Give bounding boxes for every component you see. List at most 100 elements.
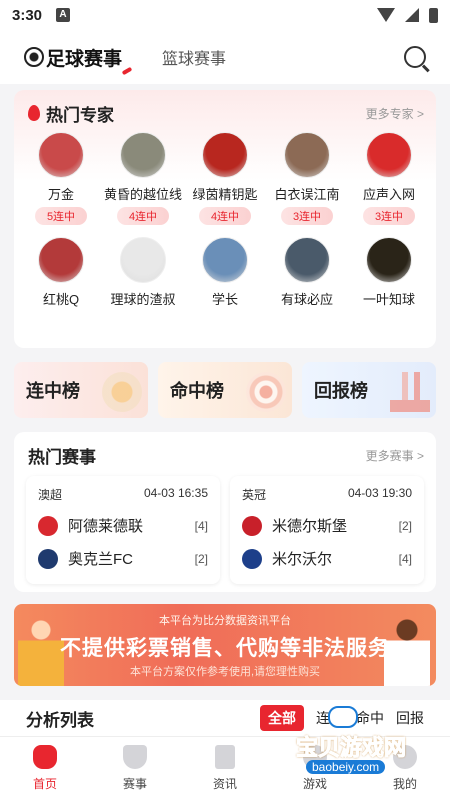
hot-experts-card: 热门专家 更多专家 > 万金 5连中 黄昏的越位线 4连中 绿茵精钥匙 4连中 … bbox=[14, 90, 436, 348]
disclaimer-banner[interactable]: 本平台为比分数据资讯平台 不提供彩票销售、代购等非法服务 本平台方案仅作参考使用… bbox=[14, 604, 436, 686]
expert-item[interactable]: 黄昏的越位线 4连中 bbox=[102, 132, 184, 225]
tab-football[interactable]: 足球赛事 bbox=[24, 44, 133, 75]
tab-matches-label: 赛事 bbox=[122, 777, 147, 791]
signal-icon bbox=[405, 8, 419, 22]
streak-rank-label: 连中榜 bbox=[26, 381, 80, 401]
expert-item[interactable]: 理球的渣叔 bbox=[102, 237, 184, 308]
expert-item[interactable]: 万金 5连中 bbox=[20, 132, 102, 225]
site-watermark: 宝贝游戏网 baobeiy.com bbox=[276, 706, 426, 782]
match-list: 澳超 04-03 16:35 阿德莱德联 [4] 奥克兰FC [2] 英冠 04… bbox=[14, 468, 436, 584]
streak-badge: 3连中 bbox=[362, 207, 416, 225]
team-name: 米尔沃尔 bbox=[272, 551, 333, 568]
avatar bbox=[284, 237, 330, 283]
team-rank: [4] bbox=[194, 518, 208, 533]
away-team: 奥克兰FC [2] bbox=[38, 548, 208, 569]
expert-item[interactable]: 红桃Q bbox=[20, 237, 102, 308]
team-name: 阿德莱德联 bbox=[68, 518, 144, 535]
top-nav: 足球赛事 篮球赛事 bbox=[0, 30, 450, 84]
expert-name: 绿茵精钥匙 bbox=[192, 187, 258, 202]
hot-experts-title: 热门专家 bbox=[46, 105, 114, 125]
watermark-url: baobeiy.com bbox=[306, 760, 386, 774]
avatar bbox=[120, 132, 166, 178]
expert-name: 学长 bbox=[211, 292, 238, 307]
avatar bbox=[38, 132, 84, 178]
league-name: 澳超 bbox=[38, 488, 63, 502]
streak-rank-button[interactable]: 连中榜 bbox=[14, 362, 148, 418]
return-rank-label: 回报榜 bbox=[314, 381, 368, 401]
expert-name: 万金 bbox=[47, 187, 74, 202]
match-card[interactable]: 澳超 04-03 16:35 阿德莱德联 [4] 奥克兰FC [2] bbox=[26, 476, 220, 584]
team-crest-icon bbox=[242, 548, 262, 569]
status-bar: 3:30 A bbox=[0, 0, 450, 30]
streak-badge: 4连中 bbox=[116, 207, 170, 225]
team-crest-icon bbox=[38, 515, 58, 536]
tab-matches[interactable]: 赛事 bbox=[90, 737, 180, 800]
streak-badge: 3连中 bbox=[280, 207, 334, 225]
banner-sub-text: 本平台方案仅作参考使用,请您理性购买 bbox=[129, 666, 321, 678]
document-icon bbox=[215, 745, 235, 769]
tab-news[interactable]: 资讯 bbox=[180, 737, 270, 800]
tab-home[interactable]: 首页 bbox=[0, 737, 90, 800]
hit-rank-label: 命中榜 bbox=[170, 381, 224, 401]
expert-item[interactable]: 一叶知球 bbox=[348, 237, 430, 308]
status-icons bbox=[377, 7, 438, 23]
expert-item[interactable]: 应声入网 3连中 bbox=[348, 132, 430, 225]
match-meta: 英冠 04-03 19:30 bbox=[242, 486, 412, 503]
avatar bbox=[202, 132, 248, 178]
avatar bbox=[202, 237, 248, 283]
match-date: 04-03 16:35 bbox=[143, 486, 208, 500]
more-experts-link[interactable]: 更多专家 > bbox=[366, 105, 424, 122]
flame-icon bbox=[28, 105, 40, 121]
match-card[interactable]: 英冠 04-03 19:30 米德尔斯堡 [2] 米尔沃尔 [4] bbox=[230, 476, 424, 584]
tab-football-label: 足球赛事 bbox=[46, 48, 123, 70]
search-icon[interactable] bbox=[404, 46, 426, 68]
ranking-buttons: 连中榜 命中榜 回报榜 bbox=[14, 362, 436, 418]
expert-name: 黄昏的越位线 bbox=[103, 187, 182, 202]
team-rank: [4] bbox=[398, 551, 412, 566]
analysis-title: 分析列表 bbox=[26, 710, 94, 730]
avatar bbox=[366, 132, 412, 178]
expert-item[interactable]: 有球必应 bbox=[266, 237, 348, 308]
match-meta: 澳超 04-03 16:35 bbox=[38, 486, 208, 503]
team-rank: [2] bbox=[194, 551, 208, 566]
team-name: 奥克兰FC bbox=[68, 551, 133, 568]
expert-name: 理球的渣叔 bbox=[110, 292, 176, 307]
avatar bbox=[284, 132, 330, 178]
expert-item[interactable]: 学长 bbox=[184, 237, 266, 308]
expert-item[interactable]: 绿茵精钥匙 4连中 bbox=[184, 132, 266, 225]
expert-item[interactable]: 白衣误江南 3连中 bbox=[266, 132, 348, 225]
hot-experts-header: 热门专家 更多专家 > bbox=[14, 90, 436, 126]
active-tab-indicator bbox=[121, 66, 133, 75]
hot-matches-header: 热门赛事 更多赛事 > bbox=[14, 432, 436, 468]
notification-icon: A bbox=[56, 8, 71, 22]
team-crest-icon bbox=[242, 515, 262, 536]
league-name: 英冠 bbox=[242, 488, 267, 502]
expert-name: 白衣误江南 bbox=[274, 187, 340, 202]
more-matches-link[interactable]: 更多赛事 > bbox=[366, 447, 424, 464]
tab-home-label: 首页 bbox=[32, 777, 57, 791]
home-team: 阿德莱德联 [4] bbox=[38, 515, 208, 536]
wifi-icon bbox=[377, 8, 395, 22]
return-rank-button[interactable]: 回报榜 bbox=[302, 362, 436, 418]
hot-matches-title: 热门赛事 bbox=[28, 447, 96, 467]
tab-basketball[interactable]: 篮球赛事 bbox=[162, 45, 226, 69]
hit-rank-button[interactable]: 命中榜 bbox=[158, 362, 292, 418]
team-crest-icon bbox=[38, 548, 58, 569]
banner-main-text: 不提供彩票销售、代购等非法服务 bbox=[60, 637, 390, 660]
expert-name: 一叶知球 bbox=[362, 292, 415, 307]
expert-name: 红桃Q bbox=[42, 292, 80, 307]
gamepad-logo-icon bbox=[328, 706, 358, 728]
watermark-text: 宝贝游戏网 bbox=[295, 735, 406, 761]
trophy-icon bbox=[123, 745, 147, 769]
team-rank: [2] bbox=[398, 518, 412, 533]
home-icon bbox=[33, 745, 57, 769]
tab-news-label: 资讯 bbox=[212, 777, 237, 791]
expert-name: 有球必应 bbox=[280, 292, 333, 307]
avatar bbox=[366, 237, 412, 283]
streak-badge: 5连中 bbox=[34, 207, 88, 225]
banner-top-text: 本平台为比分数据资讯平台 bbox=[159, 615, 291, 627]
target-icon bbox=[246, 372, 286, 412]
team-name: 米德尔斯堡 bbox=[272, 518, 348, 535]
match-date: 04-03 19:30 bbox=[347, 486, 412, 500]
expert-grid: 万金 5连中 黄昏的越位线 4连中 绿茵精钥匙 4连中 白衣误江南 3连中 应声… bbox=[14, 126, 436, 308]
